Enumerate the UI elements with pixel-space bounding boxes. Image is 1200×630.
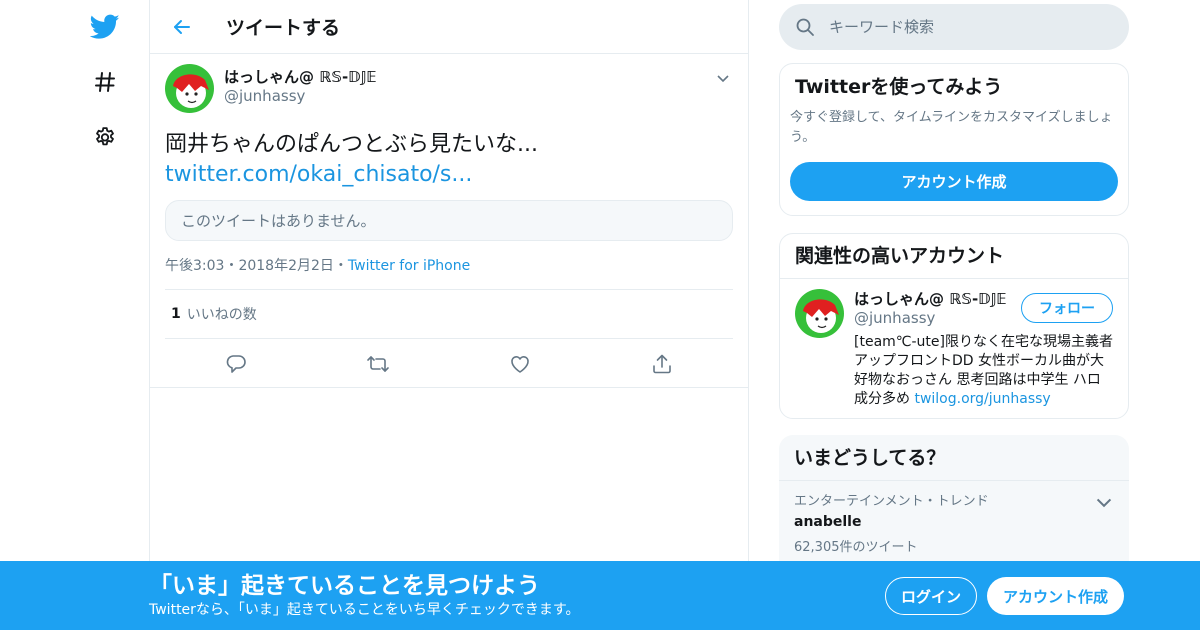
like-label: いいねの数 — [186, 307, 257, 323]
trend-item[interactable]: エンターテインメント・トレンド anabelle 62,305件のツイート — [779, 481, 1129, 557]
tweet-divider — [150, 387, 748, 388]
search-icon — [796, 18, 814, 36]
like-count: 1 — [171, 306, 181, 322]
banner-create-account-button[interactable]: アカウント作成 — [987, 577, 1124, 615]
explore-link[interactable] — [85, 62, 125, 102]
login-button[interactable]: ログイン — [885, 577, 977, 615]
related-user: はっしゃん@ ℝ𝕊-𝔻𝕁𝔼 @junhassy [team℃-ute]限りなく在… — [780, 279, 1128, 409]
tweet-meta: 午後3:03・2018年2月2日・Twitter for iPhone — [165, 255, 733, 277]
main-column: ツイートする はっしゃん@ ℝ𝕊-𝔻𝕁𝔼 @junhassy 岡井ちゃんのぱんつ… — [149, 0, 749, 630]
tweet-link[interactable]: twitter.com/okai_chisato/s... — [165, 160, 733, 190]
tweet-actions — [165, 339, 733, 388]
create-account-button[interactable]: アカウント作成 — [790, 162, 1118, 201]
banner-subtitle: Twitterなら、「いま」起きていることをいち早くチェックできます。 — [149, 602, 580, 618]
share-icon — [653, 354, 671, 373]
page: ツイートする はっしゃん@ ℝ𝕊-𝔻𝕁𝔼 @junhassy 岡井ちゃんのぱんつ… — [0, 0, 1200, 630]
meta-separator: ・ — [333, 258, 348, 274]
trend-count: 62,305件のツイート — [794, 540, 918, 555]
banner-title: 「いま」起きていることを見つけよう — [149, 573, 540, 599]
tweet-body: 岡井ちゃんのぱんつとぶら見たいな... twitter.com/okai_chi… — [165, 130, 733, 190]
main-header: ツイートする — [150, 0, 748, 54]
bio-link[interactable]: twilog.org/junhassy — [914, 391, 1050, 407]
signup-card-description: 今すぐ登録して、タイムラインをカスタマイズしましょう。 — [790, 110, 1113, 145]
search-bar — [779, 4, 1129, 50]
settings-link[interactable] — [85, 117, 125, 157]
avatar[interactable] — [165, 64, 214, 113]
like-button[interactable] — [449, 353, 591, 375]
twitter-bird-icon — [90, 14, 120, 39]
heart-icon — [511, 355, 529, 373]
left-nav — [0, 0, 150, 630]
trend-name: anabelle — [794, 514, 862, 530]
related-title: 関連性の高いアカウント — [795, 245, 1005, 267]
search-input[interactable] — [829, 18, 1089, 36]
signup-card: Twitterを使ってみよう 今すぐ登録して、タイムラインをカスタマイズしましょ… — [779, 63, 1129, 216]
back-button[interactable] — [162, 7, 202, 47]
reply-icon — [226, 354, 246, 373]
hashtag-icon — [95, 72, 115, 92]
author-handle[interactable]: @junhassy — [224, 87, 377, 105]
page-title: ツイートする — [226, 17, 341, 39]
share-button[interactable] — [591, 353, 733, 375]
retweet-icon — [367, 355, 389, 372]
twitter-home-link[interactable] — [85, 7, 125, 47]
author-name[interactable]: はっしゃん@ ℝ𝕊-𝔻𝕁𝔼 — [224, 67, 377, 87]
tweet-time[interactable]: 午後3:03 — [165, 258, 224, 274]
tweet-source[interactable]: Twitter for iPhone — [348, 258, 470, 274]
tweet-text: 岡井ちゃんのぱんつとぶら見たいな... — [165, 132, 538, 157]
related-user-bio: [team℃-ute]限りなく在宅な現場主義者 アップフロントDD 女性ボーカル… — [854, 333, 1114, 409]
trends-title: いまどうしてる？ — [794, 447, 946, 469]
likes-row[interactable]: 1 いいねの数 — [165, 289, 733, 339]
right-sidebar: Twitterを使ってみよう 今すぐ登録して、タイムラインをカスタマイズしましょ… — [779, 0, 1129, 595]
tweet-menu-button[interactable] — [713, 68, 733, 88]
reply-button[interactable] — [165, 353, 307, 375]
quote-unavailable-box: このツイートはありません。 — [165, 200, 733, 241]
related-accounts-card: 関連性の高いアカウント はっしゃん@ ℝ𝕊-𝔻𝕁𝔼 @junhassy [tea… — [779, 233, 1129, 419]
retweet-button[interactable] — [307, 353, 449, 375]
meta-separator: ・ — [224, 258, 239, 274]
avatar[interactable] — [795, 289, 844, 338]
chevron-down-icon[interactable] — [1095, 493, 1113, 511]
tweet-date[interactable]: 2018年2月2日 — [238, 258, 333, 274]
tweet-author: はっしゃん@ ℝ𝕊-𝔻𝕁𝔼 @junhassy — [165, 64, 733, 122]
gear-icon — [96, 127, 114, 146]
chevron-down-icon — [717, 75, 729, 83]
arrow-left-icon — [174, 19, 190, 34]
tweet: はっしゃん@ ℝ𝕊-𝔻𝕁𝔼 @junhassy 岡井ちゃんのぱんつとぶら見たいな… — [150, 54, 748, 388]
signup-banner: 「いま」起きていることを見つけよう Twitterなら、「いま」起きていることを… — [0, 561, 1200, 630]
follow-button[interactable]: フォロー — [1021, 293, 1113, 323]
trend-category: エンターテインメント・トレンド — [794, 494, 989, 509]
signup-card-title: Twitterを使ってみよう — [795, 76, 1003, 98]
